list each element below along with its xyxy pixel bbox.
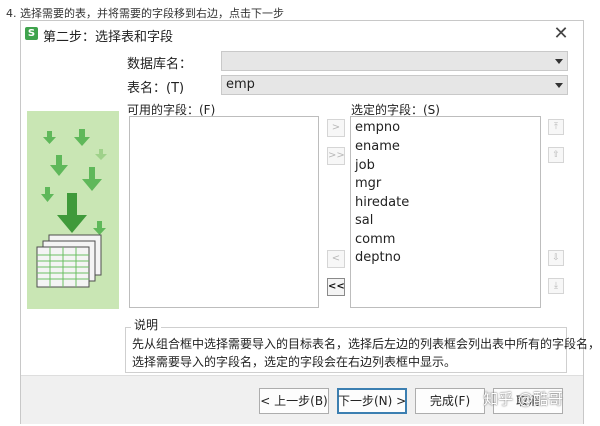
move-down-icon[interactable]: ⇩: [548, 250, 564, 266]
import-illustration: [27, 111, 119, 309]
select-table-dialog: S 第二步：选择表和字段 ✕ 数据库名： 表名：(T) emp 可用的字段：(F…: [20, 20, 600, 424]
list-item[interactable]: job: [355, 158, 375, 173]
chevron-down-icon: [555, 59, 563, 64]
list-item[interactable]: sal: [355, 213, 373, 228]
description-line: 选择需要导入的字段名，选定的字段会在右边列表框中显示。: [132, 355, 457, 369]
chevron-down-icon: [555, 83, 563, 88]
title-bar: S 第二步：选择表和字段 ✕: [21, 21, 583, 47]
watermark: 知乎 @酷哥: [483, 390, 563, 408]
list-item[interactable]: empno: [355, 120, 400, 135]
next-step-button[interactable]: 下一步(N) >: [337, 388, 407, 414]
table-combo[interactable]: emp: [221, 75, 568, 95]
add-all-fields-button[interactable]: >>: [327, 147, 345, 165]
table-value: emp: [226, 77, 255, 92]
dialog-title: 第二步：选择表和字段: [43, 30, 174, 45]
description-line: 先从组合框中选择需要导入的目标表名，选择后左边的列表框会列出表中所有的字段名，: [132, 337, 600, 351]
move-top-icon[interactable]: ⤒: [548, 119, 564, 135]
list-item[interactable]: ename: [355, 139, 400, 154]
database-label: 数据库名：: [127, 57, 193, 72]
table-label: 表名：(T): [127, 81, 185, 96]
list-item[interactable]: deptno: [355, 250, 401, 265]
description-box: 先从组合框中选择需要导入的目标表名，选择后左边的列表框会列出表中所有的字段名， …: [125, 327, 600, 373]
move-bottom-icon[interactable]: ⤓: [548, 278, 564, 294]
app-logo-icon: S: [25, 27, 38, 40]
step-caption: 4. 选择需要的表，并将需要的字段移到右边，点击下一步: [6, 7, 284, 20]
description-title: 说明: [131, 316, 162, 333]
close-icon[interactable]: ✕: [551, 24, 571, 44]
list-item[interactable]: mgr: [355, 176, 381, 191]
list-item[interactable]: hiredate: [355, 195, 409, 210]
prev-step-button[interactable]: < 上一步(B): [259, 388, 329, 414]
available-fields-list[interactable]: [129, 116, 319, 308]
list-item[interactable]: comm: [355, 232, 395, 247]
selected-fields-list[interactable]: empno ename job mgr hiredate sal comm de…: [350, 116, 541, 308]
import-arrows-table-icon: [36, 129, 107, 288]
database-combo[interactable]: [221, 51, 568, 71]
add-field-button[interactable]: >: [327, 119, 345, 137]
remove-all-fields-button[interactable]: <<: [327, 278, 345, 296]
move-up-icon[interactable]: ⇧: [548, 147, 564, 163]
finish-button[interactable]: 完成(F): [415, 388, 485, 414]
remove-field-button[interactable]: <: [327, 250, 345, 268]
